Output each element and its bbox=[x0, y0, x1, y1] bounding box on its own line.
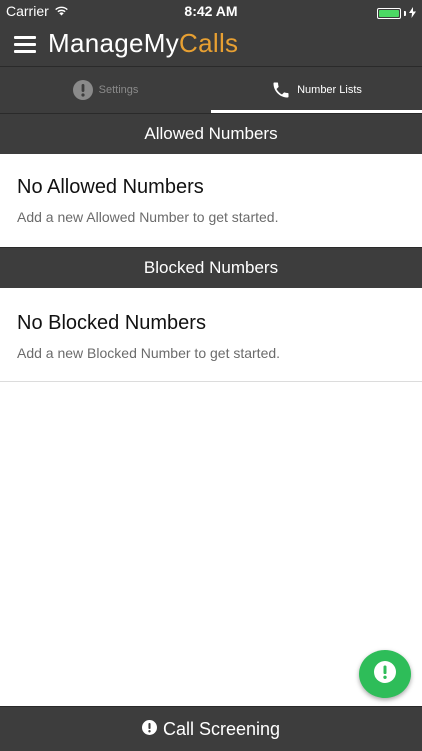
battery-icon bbox=[377, 7, 401, 19]
app-bar: ManageMyCalls bbox=[0, 22, 422, 67]
blocked-numbers-empty-state: No Blocked Numbers Add a new Blocked Num… bbox=[0, 290, 422, 381]
allowed-empty-title: No Allowed Numbers bbox=[17, 176, 204, 198]
app-title: ManageMyCalls bbox=[48, 28, 238, 58]
tab-settings[interactable]: Settings bbox=[0, 67, 211, 113]
tab-bar: Settings Number Lists bbox=[0, 67, 422, 113]
app-title-part1: ManageMy bbox=[48, 28, 180, 58]
app-title-part2: Calls bbox=[179, 28, 239, 58]
tab-number-lists-label: Number Lists bbox=[297, 84, 362, 96]
call-screening-label: Call Screening bbox=[162, 718, 281, 739]
charging-bolt-icon bbox=[409, 5, 416, 21]
call-screening-button[interactable]: Call Screening bbox=[0, 706, 422, 751]
battery-level bbox=[379, 9, 399, 17]
hamburger-menu-icon[interactable] bbox=[14, 33, 38, 55]
blocked-empty-title: No Blocked Numbers bbox=[17, 312, 206, 334]
status-time: 8:42 AM bbox=[184, 3, 238, 19]
phone-icon bbox=[271, 80, 291, 100]
blocked-empty-description: Add a new Blocked Number to get started. bbox=[17, 345, 281, 361]
alert-circle-icon bbox=[72, 80, 93, 100]
tab-settings-label: Settings bbox=[98, 84, 139, 96]
allowed-numbers-header: Allowed Numbers bbox=[0, 113, 422, 154]
allowed-empty-description: Add a new Allowed Number to get started. bbox=[17, 209, 279, 225]
floating-action-button[interactable] bbox=[359, 650, 411, 698]
status-bar: Carrier 8:42 AM bbox=[0, 0, 422, 22]
tab-number-lists[interactable]: Number Lists bbox=[211, 67, 422, 113]
allowed-numbers-empty-state: No Allowed Numbers Add a new Allowed Num… bbox=[0, 154, 422, 246]
list-divider bbox=[0, 381, 422, 382]
alert-circle-icon bbox=[141, 719, 157, 740]
battery-tip bbox=[404, 10, 406, 16]
battery-indicator bbox=[377, 5, 416, 21]
blocked-numbers-header: Blocked Numbers bbox=[0, 247, 422, 288]
alert-circle-icon bbox=[374, 660, 396, 688]
